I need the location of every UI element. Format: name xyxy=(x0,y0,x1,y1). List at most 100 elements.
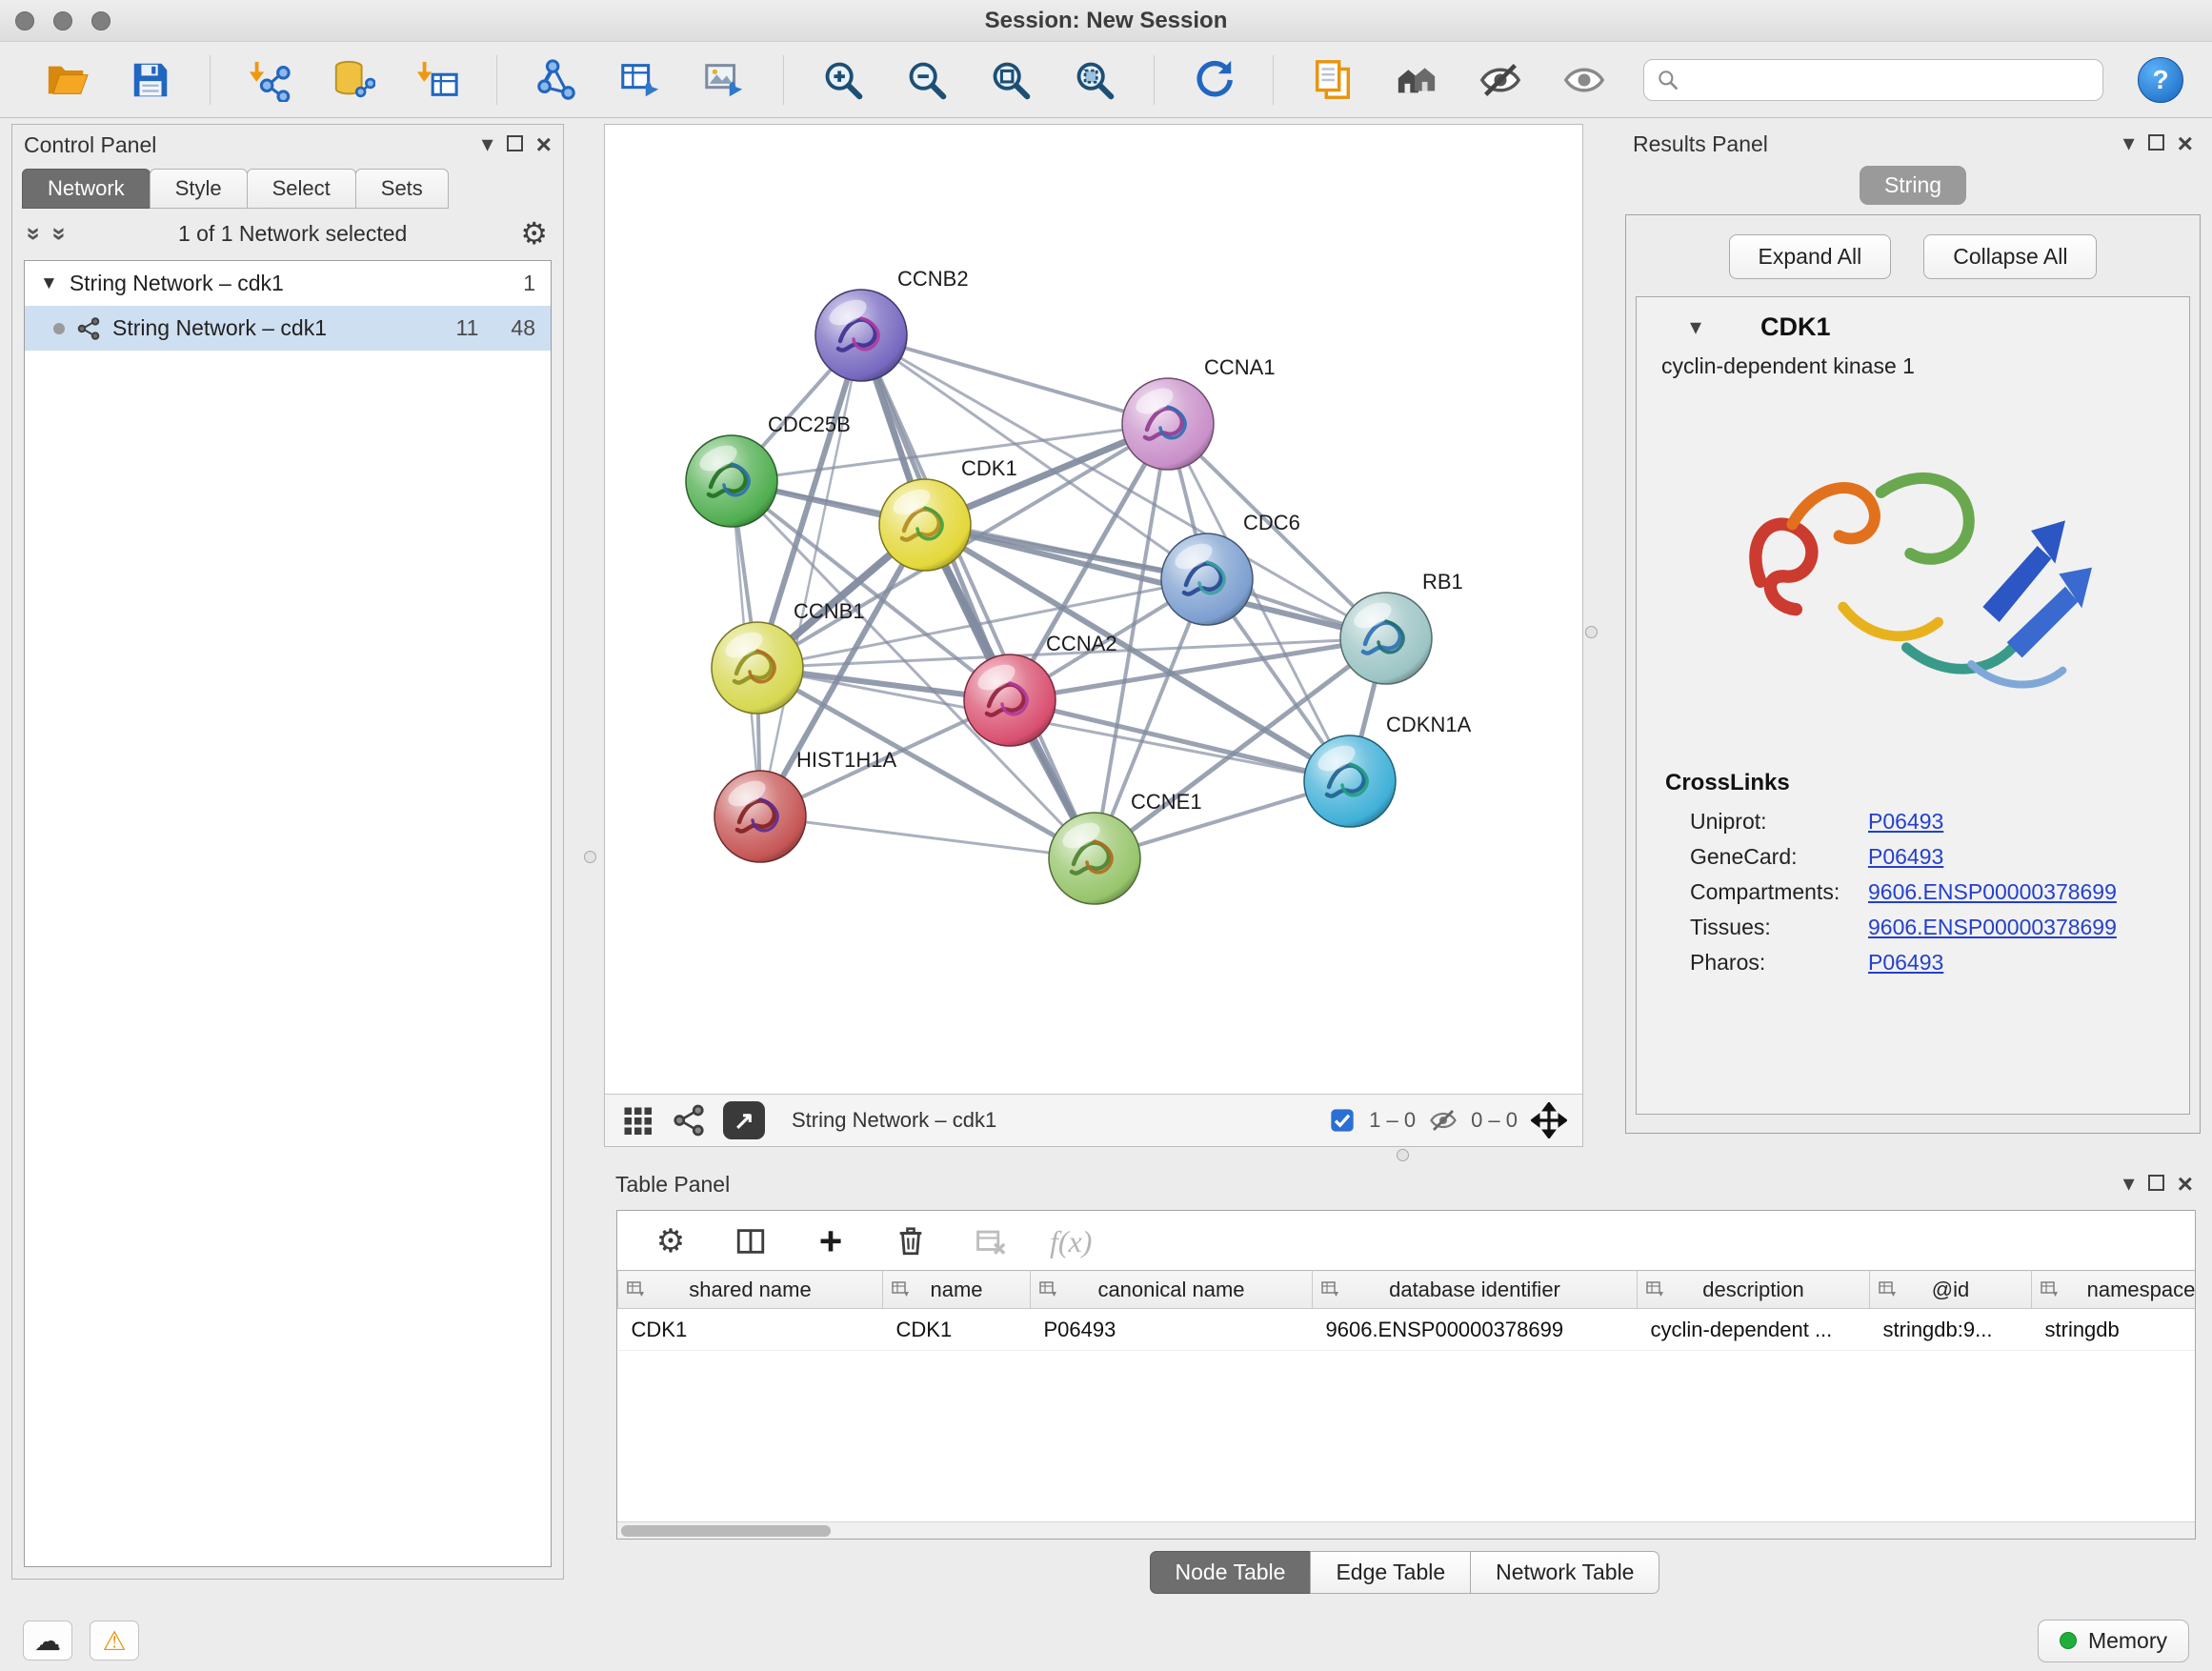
copy-document-button[interactable] xyxy=(1308,55,1357,105)
panel-collapse-icon[interactable]: ▾ xyxy=(2123,132,2135,155)
tab-style[interactable]: Style xyxy=(150,169,248,209)
network-node-CDK1[interactable]: CDK1 xyxy=(879,456,1017,571)
collection-expand-icon[interactable]: ▼ xyxy=(40,273,58,294)
zoom-selected-button[interactable] xyxy=(1070,55,1119,105)
network-node-CCNB1[interactable]: CCNB1 xyxy=(712,599,865,714)
grid-view-icon[interactable] xyxy=(620,1103,654,1137)
zoom-fit-icon xyxy=(989,58,1033,102)
network-node-CDKN1A[interactable]: CDKN1A xyxy=(1304,713,1472,827)
cell-description[interactable]: cyclin-dependent ... xyxy=(1638,1309,1870,1351)
tab-network-table[interactable]: Network Table xyxy=(1470,1551,1659,1594)
zoom-in-button[interactable] xyxy=(818,55,868,105)
network-node-CDC6[interactable]: CDC6 xyxy=(1161,511,1300,625)
zoom-out-button[interactable] xyxy=(902,55,952,105)
tab-network[interactable]: Network xyxy=(22,169,151,209)
panel-close-icon[interactable]: × xyxy=(2178,131,2193,157)
zoom-fit-button[interactable] xyxy=(986,55,1036,105)
memory-button[interactable]: Memory xyxy=(2038,1620,2189,1662)
minimize-window-button[interactable] xyxy=(53,11,72,30)
left-splitter-handle[interactable] xyxy=(584,851,596,863)
panel-float-icon[interactable] xyxy=(2148,1173,2164,1196)
help-button[interactable]: ? xyxy=(2138,57,2183,103)
column-header[interactable]: description xyxy=(1638,1271,1870,1309)
column-header[interactable]: shared name xyxy=(618,1271,883,1309)
import-table-button[interactable] xyxy=(412,55,462,105)
cell-database-identifier[interactable]: 9606.ENSP00000378699 xyxy=(1313,1309,1638,1351)
network-node-CCNB2[interactable]: CCNB2 xyxy=(815,267,969,381)
cell-id[interactable]: stringdb:9... xyxy=(1870,1309,2032,1351)
expand-all-button[interactable]: Expand All xyxy=(1729,234,1892,279)
open-session-button[interactable] xyxy=(42,55,91,105)
hidden-eye-slash-icon[interactable] xyxy=(1429,1106,1458,1135)
show-all-button[interactable] xyxy=(1559,55,1609,105)
crosslink-label: Pharos: xyxy=(1690,950,1868,976)
collapse-all-networks-icon[interactable]: « xyxy=(43,227,72,240)
network-node-HIST1H1A[interactable]: HIST1H1A xyxy=(714,748,896,862)
warnings-button[interactable]: ⚠ xyxy=(90,1621,139,1661)
home-button[interactable] xyxy=(1392,55,1441,105)
node-label: CCNE1 xyxy=(1131,790,1202,814)
tab-node-table[interactable]: Node Table xyxy=(1150,1551,1312,1594)
import-network-database-button[interactable] xyxy=(329,55,378,105)
tab-edge-table[interactable]: Edge Table xyxy=(1310,1551,1471,1594)
gene-collapse-icon[interactable]: ▾ xyxy=(1690,316,1701,339)
panel-collapse-icon[interactable]: ▾ xyxy=(482,133,493,156)
cell-canonical-name[interactable]: P06493 xyxy=(1031,1309,1313,1351)
panel-float-icon[interactable] xyxy=(507,133,523,156)
cell-namespace[interactable]: stringdb xyxy=(2032,1309,2197,1351)
column-header[interactable]: canonical name xyxy=(1031,1271,1313,1309)
network-row[interactable]: String Network – cdk1 11 48 xyxy=(25,306,551,351)
column-header[interactable]: database identifier xyxy=(1313,1271,1638,1309)
cloud-button[interactable]: ☁ xyxy=(23,1621,72,1661)
column-header[interactable]: @id xyxy=(1870,1271,2032,1309)
maximize-window-button[interactable] xyxy=(91,11,111,30)
right-splitter-handle[interactable] xyxy=(1585,626,1598,638)
tab-sets[interactable]: Sets xyxy=(355,169,449,209)
table-row[interactable]: CDK1 CDK1 P06493 9606.ENSP00000378699 cy… xyxy=(618,1309,2197,1351)
crosslink-link[interactable]: 9606.ENSP00000378699 xyxy=(1868,879,2117,905)
memory-label: Memory xyxy=(2088,1628,2167,1654)
delete-column-icon[interactable] xyxy=(890,1222,932,1260)
refresh-layout-button[interactable] xyxy=(1189,55,1238,105)
collapse-all-button[interactable]: Collapse All xyxy=(1923,234,2097,279)
network-options-gear-icon[interactable]: ⚙ xyxy=(520,215,548,252)
new-table-button[interactable] xyxy=(615,55,665,105)
crosslink-link[interactable]: P06493 xyxy=(1868,950,1943,976)
network-node-RB1[interactable]: RB1 xyxy=(1340,570,1463,684)
network-view-share-icon[interactable] xyxy=(672,1103,706,1137)
close-window-button[interactable] xyxy=(15,11,34,30)
cell-shared-name[interactable]: CDK1 xyxy=(618,1309,883,1351)
node-count: 11 xyxy=(456,315,479,341)
network-node-CCNA1[interactable]: CCNA1 xyxy=(1122,355,1276,470)
hide-selected-button[interactable] xyxy=(1476,55,1525,105)
birdseye-view-button[interactable]: ↗ xyxy=(723,1101,765,1139)
new-network-button[interactable] xyxy=(532,55,581,105)
add-column-icon[interactable]: + xyxy=(810,1222,852,1260)
panel-close-icon[interactable]: × xyxy=(2178,1171,2193,1198)
crosslink-link[interactable]: P06493 xyxy=(1868,844,1943,870)
cell-name[interactable]: CDK1 xyxy=(883,1309,1031,1351)
column-header[interactable]: name xyxy=(883,1271,1031,1309)
tab-select[interactable]: Select xyxy=(247,169,356,209)
crosslink-link[interactable]: P06493 xyxy=(1868,809,1943,835)
panel-collapse-icon[interactable]: ▾ xyxy=(2123,1173,2135,1196)
scrollbar-thumb[interactable] xyxy=(621,1525,831,1537)
import-network-file-button[interactable] xyxy=(245,55,294,105)
export-image-button[interactable] xyxy=(699,55,749,105)
column-header[interactable]: namespace xyxy=(2032,1271,2197,1309)
tab-string[interactable]: String xyxy=(1860,166,1966,205)
network-collection-row[interactable]: ▼ String Network – cdk1 1 xyxy=(25,261,551,306)
network-canvas[interactable]: CCNB2CCNA1CDC25BCDK1CDC6RB1CCNB1CCNA2CDK… xyxy=(605,125,1582,1094)
search-input[interactable] xyxy=(1688,68,2091,92)
panel-float-icon[interactable] xyxy=(2148,132,2164,155)
crosslink-link[interactable]: 9606.ENSP00000378699 xyxy=(1868,915,2117,940)
save-session-button[interactable] xyxy=(126,55,175,105)
horizontal-splitter-handle[interactable] xyxy=(1397,1149,1409,1161)
move-pan-icon[interactable] xyxy=(1531,1102,1567,1138)
selected-checkbox-icon[interactable] xyxy=(1329,1107,1356,1134)
search-box[interactable] xyxy=(1643,59,2103,101)
horizontal-scrollbar[interactable] xyxy=(617,1521,2195,1539)
table-options-gear-icon[interactable]: ⚙ xyxy=(650,1222,692,1260)
show-columns-icon[interactable] xyxy=(730,1222,772,1260)
panel-close-icon[interactable]: × xyxy=(536,131,552,158)
